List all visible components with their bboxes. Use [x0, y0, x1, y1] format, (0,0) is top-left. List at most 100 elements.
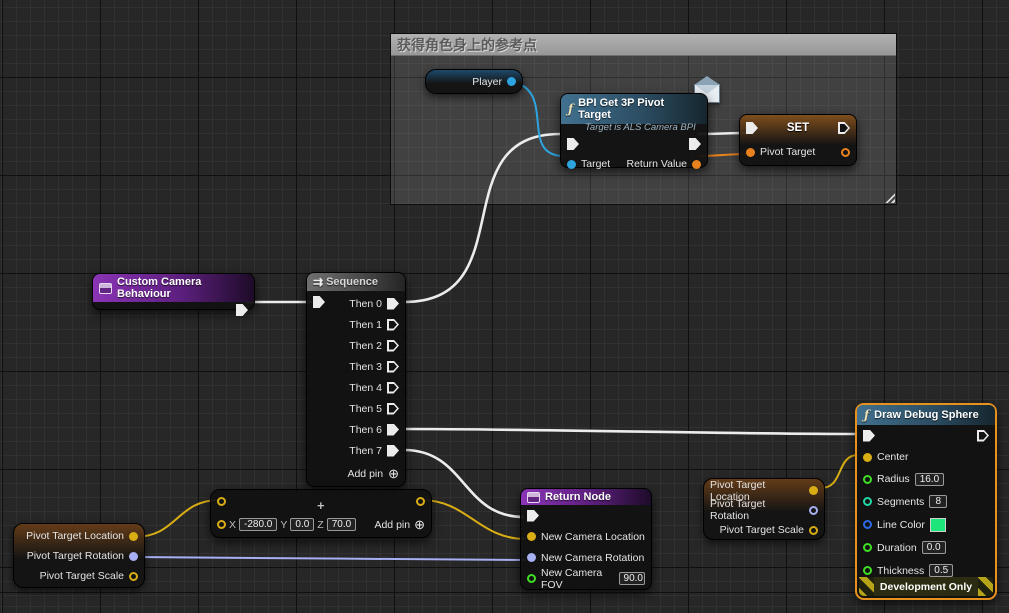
wire-data-pivotlocation-addA	[134, 500, 220, 537]
sequence-then5-label: Then 5	[349, 403, 382, 415]
vector-add-input-b-pin[interactable]	[217, 520, 226, 529]
sequence-header[interactable]: ⇉ Sequence	[307, 273, 405, 291]
pivot-target-scale-pin[interactable]	[129, 572, 138, 581]
radius-value-input[interactable]: 16.0	[915, 473, 944, 486]
pivot-target-rotation-pin[interactable]	[809, 506, 818, 515]
sequence-then0-label: Then 0	[349, 298, 382, 310]
return-node-header[interactable]: Return Node	[521, 489, 651, 505]
bpi-node-header[interactable]: ƒ BPI Get 3P Pivot Target	[561, 94, 707, 124]
node-bpi-get-3p-pivot-target[interactable]: ƒ BPI Get 3P Pivot Target Target is ALS …	[560, 93, 708, 168]
sequence-title: Sequence	[326, 276, 378, 288]
wire-data-pivotrotation-newcamerarotation	[134, 557, 526, 560]
sequence-icon: ⇉	[313, 275, 321, 289]
pivot-target-rotation-label: Pivot Target Rotation	[27, 550, 124, 562]
new-camera-rotation-pin[interactable]	[527, 553, 536, 562]
duration-value-input[interactable]: 0.0	[922, 541, 946, 554]
node-set-pivot-target[interactable]: SET Pivot Target	[739, 114, 857, 166]
bpi-target-pin[interactable]	[567, 160, 576, 169]
set-exec-in-pin[interactable]	[746, 122, 758, 134]
wire-data-pivotlocation-center	[821, 455, 858, 488]
sequence-then2-pin[interactable]	[387, 340, 399, 352]
z-axis-label: Z	[317, 519, 323, 531]
vector-add-output-pin[interactable]	[416, 497, 425, 506]
sequence-then3-pin[interactable]	[387, 361, 399, 373]
bpi-exec-out-pin[interactable]	[689, 138, 701, 150]
fov-value-input[interactable]: 90.0	[619, 572, 645, 585]
bpi-return-pin[interactable]	[692, 160, 701, 169]
pivot-target-scale-pin[interactable]	[809, 526, 818, 535]
player-output-pin[interactable]	[507, 77, 516, 86]
bpi-target-label: Target	[581, 158, 610, 170]
vector-add-input-a-pin[interactable]	[217, 497, 226, 506]
vector-add-add-pin-label: Add pin	[374, 519, 410, 531]
new-camera-location-pin[interactable]	[527, 532, 536, 541]
node-get-pivot-target-left[interactable]: Pivot Target Location Pivot Target Rotat…	[13, 523, 145, 588]
sequence-then7-pin[interactable]	[387, 445, 399, 457]
duration-label: Duration	[877, 542, 917, 554]
draw-debug-title: Draw Debug Sphere	[874, 409, 979, 421]
thickness-value-input[interactable]: 0.5	[929, 564, 953, 577]
set-pivot-target-in-pin[interactable]	[746, 148, 755, 157]
set-exec-out-pin[interactable]	[838, 122, 850, 134]
new-camera-fov-label: New Camera FOV	[541, 567, 614, 591]
line-color-pin[interactable]	[863, 520, 872, 529]
pivot-target-location-pin[interactable]	[129, 532, 138, 541]
vector-add-add-pin[interactable]: Add pin ⊕	[374, 518, 425, 531]
thickness-pin[interactable]	[863, 566, 872, 575]
wire-exec-then6-drawdebug	[404, 429, 858, 434]
node-player-variable[interactable]: Player	[425, 69, 523, 94]
sequence-then6-pin[interactable]	[387, 424, 399, 436]
node-get-pivot-target-right[interactable]: Pivot Target Location Pivot Target Rotat…	[703, 478, 825, 540]
draw-debug-exec-out-pin[interactable]	[977, 430, 989, 442]
segments-pin[interactable]	[863, 497, 872, 506]
sequence-add-pin[interactable]: Add pin ⊕	[307, 461, 405, 486]
collapsed-graph-icon	[99, 283, 112, 294]
bpi-node-subtitle: Target is ALS Camera BPI	[561, 122, 707, 136]
segments-value-input[interactable]: 8	[929, 495, 947, 508]
draw-debug-header[interactable]: ƒ Draw Debug Sphere	[857, 405, 995, 425]
y-value-input[interactable]: 0.0	[290, 518, 314, 531]
set-node-title: SET	[763, 122, 833, 134]
sequence-then7-label: Then 7	[349, 445, 382, 457]
x-axis-label: X	[229, 519, 236, 531]
collapsed-graph-icon	[527, 492, 540, 503]
blueprint-graph-canvas[interactable]: 获得角色身上的参考点 Player ƒ BPI Get 3P Pivot Tar…	[0, 0, 1009, 613]
draw-debug-exec-in-pin[interactable]	[863, 430, 875, 442]
x-value-input[interactable]: -280.0	[239, 518, 277, 531]
sequence-then1-pin[interactable]	[387, 319, 399, 331]
pivot-target-location-pin[interactable]	[809, 486, 818, 495]
new-camera-location-label: New Camera Location	[541, 531, 645, 543]
sequence-then5-pin[interactable]	[387, 403, 399, 415]
pivot-target-location-label: Pivot Target Location	[26, 530, 124, 542]
duration-pin[interactable]	[863, 543, 872, 552]
custom-camera-title: Custom Camera Behaviour	[117, 276, 248, 300]
custom-camera-header[interactable]: Custom Camera Behaviour	[93, 274, 254, 302]
add-pin-icon: ⊕	[388, 467, 399, 480]
sequence-then4-pin[interactable]	[387, 382, 399, 394]
center-pin[interactable]	[863, 453, 872, 462]
sequence-then0-pin[interactable]	[387, 298, 399, 310]
z-value-input[interactable]: 70.0	[327, 518, 356, 531]
set-pivot-target-label: Pivot Target	[760, 146, 815, 158]
comment-header[interactable]: 获得角色身上的参考点	[391, 34, 896, 56]
node-vector-add[interactable]: + X -280.0 Y 0.0 Z 70.0 Add pin ⊕	[210, 489, 432, 538]
pivot-target-rotation-pin[interactable]	[129, 552, 138, 561]
node-draw-debug-sphere[interactable]: ƒ Draw Debug Sphere Center Radius 16.0 S…	[855, 403, 997, 600]
node-return[interactable]: Return Node New Camera Location New Came…	[520, 488, 652, 590]
add-operator-icon: +	[317, 498, 325, 513]
radius-pin[interactable]	[863, 475, 872, 484]
new-camera-fov-pin[interactable]	[527, 574, 536, 583]
set-pivot-target-out-pin[interactable]	[841, 148, 850, 157]
node-sequence[interactable]: ⇉ Sequence Then 0 Then 1 Then 2 Then 3	[306, 272, 406, 487]
node-custom-camera-behaviour[interactable]: Custom Camera Behaviour	[92, 273, 255, 310]
function-icon: ƒ	[568, 102, 573, 116]
line-color-label: Line Color	[877, 519, 925, 531]
line-color-swatch[interactable]	[930, 518, 946, 532]
bpi-exec-in-pin[interactable]	[567, 138, 579, 150]
sequence-then3-label: Then 3	[349, 361, 382, 373]
sequence-then4-label: Then 4	[349, 382, 382, 394]
return-exec-in-pin[interactable]	[527, 510, 539, 522]
bpi-node-title: BPI Get 3P Pivot Target	[578, 97, 700, 121]
comment-resize-handle[interactable]	[883, 191, 895, 203]
custom-camera-exec-out-pin[interactable]	[236, 304, 248, 316]
